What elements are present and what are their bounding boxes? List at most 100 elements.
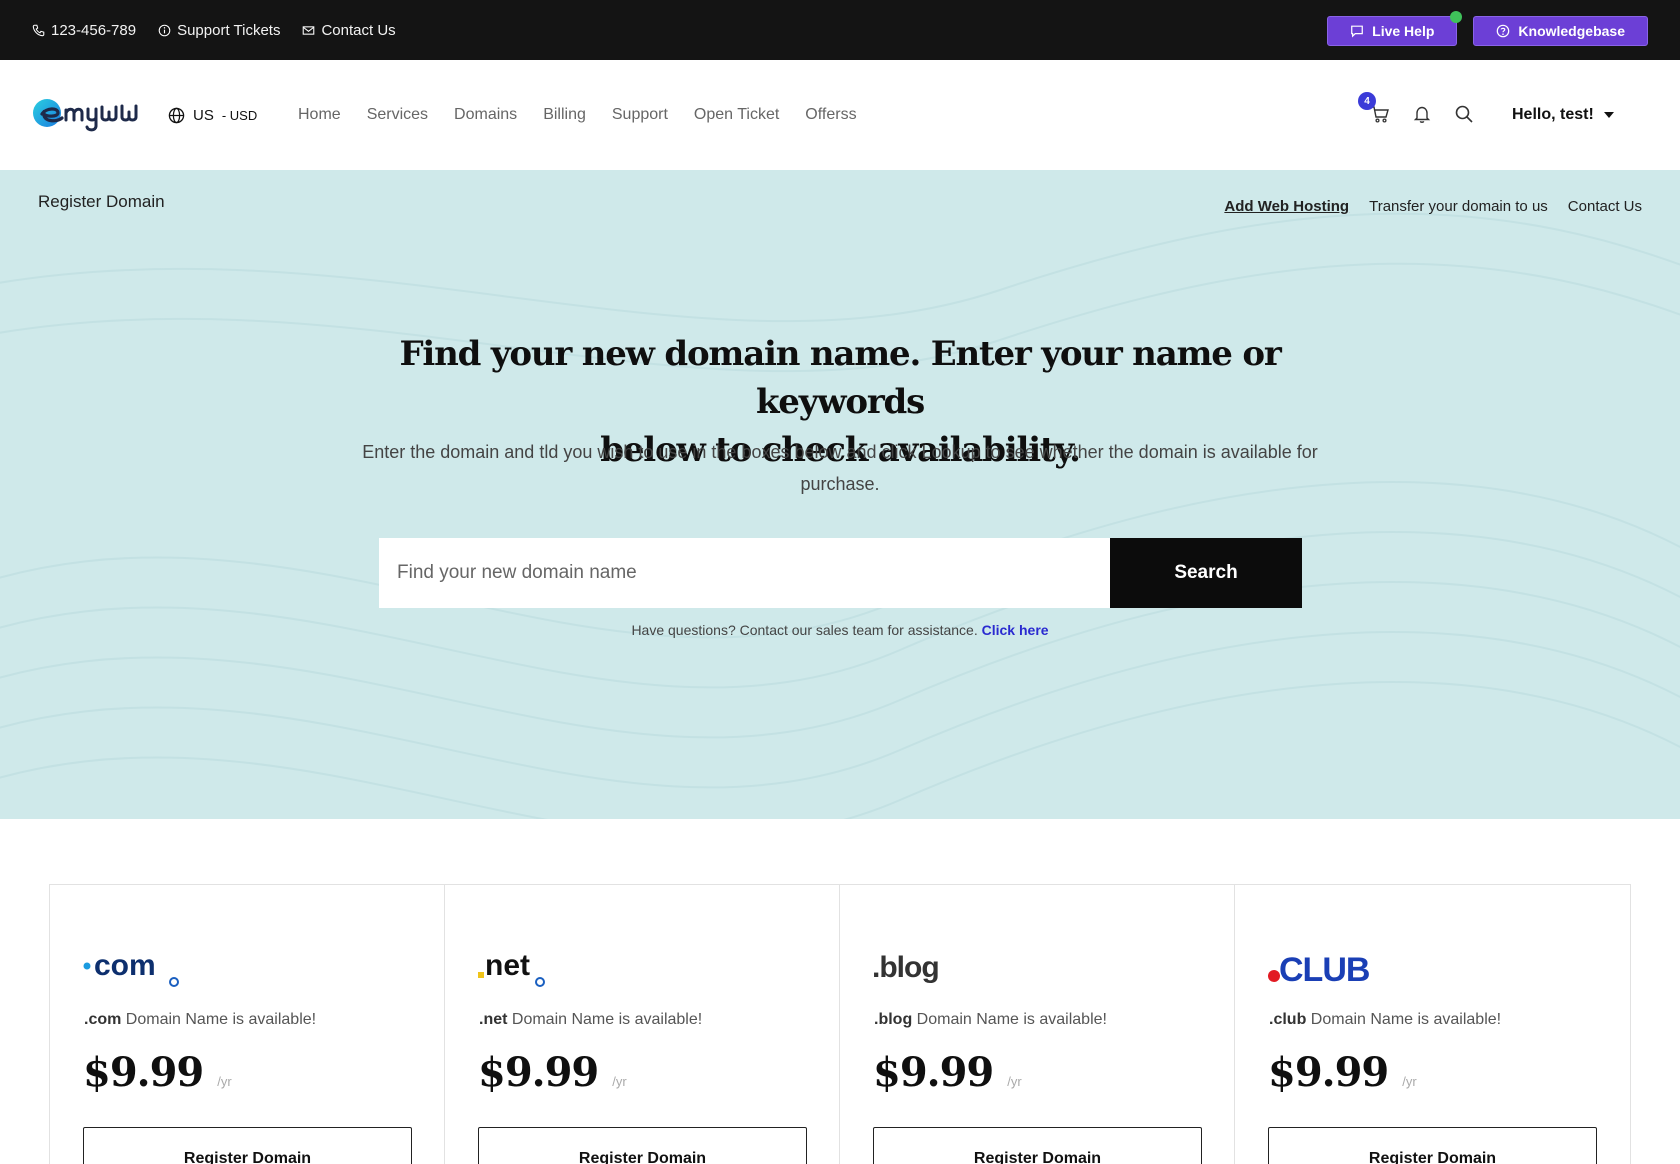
bell-icon [1413, 106, 1431, 123]
chat-bubble-icon [1351, 25, 1364, 38]
blog-logo: .blog [872, 945, 952, 989]
tld-card-net: net .net Domain Name is available! $9.99… [445, 885, 840, 1164]
blog-price: $9.99 /yr [873, 1049, 1022, 1096]
top-bar-left: 123-456-789 Support Tickets Contact Us [32, 0, 396, 60]
net-price-period: /yr [612, 1074, 627, 1089]
net-price: $9.99 /yr [478, 1049, 627, 1096]
hero-sublinks: Add Web Hosting Transfer your domain to … [1224, 198, 1642, 215]
knowledgebase-button[interactable]: Knowledgebase [1473, 16, 1648, 46]
net-logo-text: net [485, 949, 530, 982]
sales-contact-link[interactable]: Click here [982, 622, 1049, 638]
phone-icon [32, 24, 45, 36]
net-price-amount: $9.99 [478, 1049, 599, 1096]
club-availability-text: Domain Name is available! [1306, 1011, 1502, 1028]
blog-price-period: /yr [1007, 1074, 1022, 1089]
net-tld-name: .net [479, 1011, 508, 1028]
main-menu: Home Services Domains Billing Support Op… [298, 60, 857, 170]
net-availability: .net Domain Name is available! [479, 1011, 702, 1029]
user-greeting: Hello, test! [1512, 106, 1594, 123]
club-price-amount: $9.99 [1268, 1049, 1389, 1096]
com-availability-text: Domain Name is available! [121, 1011, 317, 1028]
tld-cards: com .com Domain Name is available! $9.99… [49, 884, 1631, 1164]
contact-us-link[interactable]: Contact Us [302, 21, 396, 39]
com-price-amount: $9.99 [83, 1049, 204, 1096]
search-button[interactable] [1454, 104, 1476, 126]
menu-item-support[interactable]: Support [612, 106, 668, 124]
add-web-hosting-link[interactable]: Add Web Hosting [1224, 198, 1349, 215]
online-status-dot [1450, 11, 1463, 23]
register-com-button[interactable]: Register Domain [83, 1127, 412, 1164]
locale-selector[interactable]: US - USD [168, 60, 257, 170]
domain-search-button[interactable]: Search [1110, 538, 1302, 608]
blog-availability-text: Domain Name is available! [912, 1011, 1107, 1028]
nav-icon-group: 4 [1358, 60, 1476, 170]
hero-section: Register Domain Add Web Hosting Transfer… [0, 170, 1680, 819]
search-icon [1455, 105, 1473, 123]
info-circle-icon [158, 24, 171, 36]
tld-card-club: CLUB .club Domain Name is available! $9.… [1235, 885, 1630, 1164]
phone-link[interactable]: 123-456-789 [32, 22, 136, 39]
hero-description: Enter the domain and tld you wish to use… [362, 442, 1318, 494]
net-availability-text: Domain Name is available! [507, 1011, 703, 1028]
user-menu[interactable]: Hello, test! [1512, 60, 1614, 170]
support-tickets-label: Support Tickets [177, 21, 281, 39]
chevron-down-icon [1603, 112, 1614, 118]
sales-help-text: Have questions? Contact our sales team f… [360, 622, 1320, 638]
blog-tld-name: .blog [874, 1011, 913, 1028]
com-logo-mark: com [83, 949, 179, 987]
globe-icon [168, 107, 185, 123]
transfer-domain-link[interactable]: Transfer your domain to us [1369, 198, 1548, 215]
menu-item-open-ticket[interactable]: Open Ticket [694, 106, 779, 124]
club-logo: CLUB [1267, 945, 1387, 989]
blog-price-amount: $9.99 [873, 1049, 994, 1096]
phone-number: 123-456-789 [51, 21, 137, 39]
blog-logo-text: .blog [872, 951, 939, 984]
cart-count-badge: 4 [1358, 92, 1376, 110]
live-help-label: Live Help [1372, 23, 1435, 39]
com-availability: .com Domain Name is available! [84, 1011, 316, 1029]
cart-button[interactable]: 4 [1358, 92, 1392, 126]
support-tickets-link[interactable]: Support Tickets [158, 22, 280, 39]
register-club-button[interactable]: Register Domain [1268, 1127, 1597, 1164]
com-logo-text: com [94, 949, 156, 982]
club-logo-text: CLUB [1279, 951, 1370, 989]
com-tld-name: .com [84, 1011, 122, 1028]
club-availability: .club Domain Name is available! [1269, 1011, 1501, 1029]
main-navbar: US - USD Home Services Domains Billing S… [0, 60, 1680, 170]
club-price-period: /yr [1402, 1074, 1417, 1089]
tld-card-com: com .com Domain Name is available! $9.99… [50, 885, 445, 1164]
locale-currency: - USD [221, 107, 258, 123]
club-price: $9.99 /yr [1268, 1049, 1417, 1096]
contact-us-label: Contact Us [321, 21, 396, 39]
register-blog-button[interactable]: Register Domain [873, 1127, 1202, 1164]
net-logo: net [477, 945, 547, 989]
blog-availability: .blog Domain Name is available! [874, 1011, 1107, 1029]
sales-help-label: Have questions? Contact our sales team f… [631, 622, 978, 638]
menu-item-offers[interactable]: Offerss [805, 106, 856, 124]
knowledgebase-label: Knowledgebase [1518, 23, 1625, 39]
notifications-button[interactable] [1412, 104, 1434, 126]
register-net-button[interactable]: Register Domain [478, 1127, 807, 1164]
club-tld-name: .club [1269, 1011, 1307, 1028]
com-logo: com [82, 945, 182, 989]
menu-item-domains[interactable]: Domains [454, 106, 517, 124]
club-logo-mark: CLUB [1268, 951, 1371, 989]
com-price: $9.99 /yr [83, 1049, 232, 1096]
tld-card-blog: .blog .blog Domain Name is available! $9… [840, 885, 1235, 1164]
domain-search-input[interactable] [379, 538, 1110, 608]
page-title: Register Domain [38, 192, 165, 211]
top-bar-right: Live Help Knowledgebase [1327, 11, 1648, 46]
menu-item-billing[interactable]: Billing [543, 106, 586, 124]
brand-logo[interactable] [32, 90, 144, 136]
top-bar: 123-456-789 Support Tickets Contact Us L… [0, 0, 1680, 60]
locale-country: US [193, 106, 214, 124]
envelope-icon [303, 25, 315, 35]
live-help-button[interactable]: Live Help [1327, 11, 1463, 46]
menu-item-home[interactable]: Home [298, 106, 341, 124]
menu-item-services[interactable]: Services [367, 106, 428, 124]
blog-logo-mark: .blog [872, 951, 940, 984]
hero-contact-us-link[interactable]: Contact Us [1568, 198, 1642, 215]
com-price-period: /yr [217, 1074, 232, 1089]
hero-heading-line-1: Find your new domain name. Enter your na… [399, 334, 1281, 422]
question-circle-icon [1497, 24, 1510, 38]
